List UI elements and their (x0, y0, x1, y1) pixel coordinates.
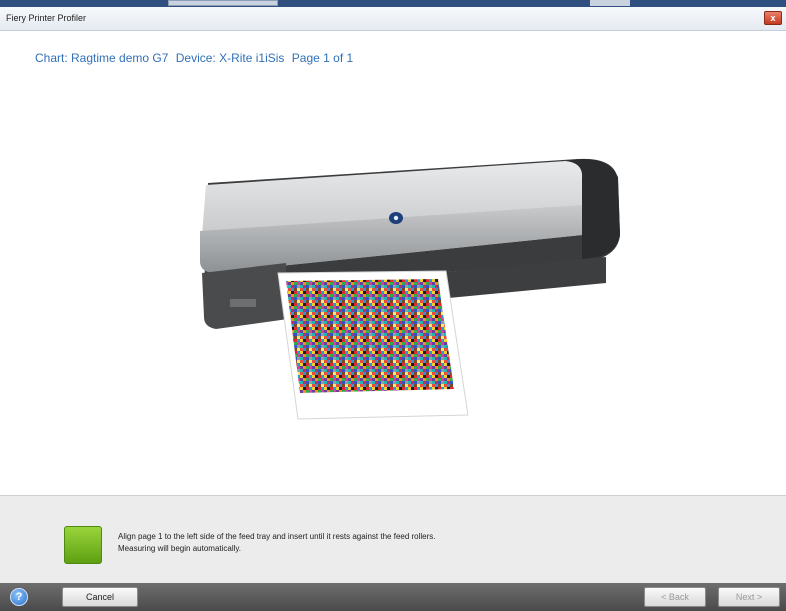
chart-name: Chart: Ragtime demo G7 (35, 51, 169, 65)
instruction-line-2: Measuring will begin automatically. (118, 544, 242, 553)
back-button[interactable]: < Back (644, 587, 706, 607)
close-button[interactable]: x (764, 11, 782, 25)
instruction-panel: Align page 1 to the left side of the fee… (0, 495, 786, 584)
page-indicator: Page 1 of 1 (291, 51, 354, 65)
cancel-button[interactable]: Cancel (62, 587, 138, 607)
help-button[interactable]: ? (10, 588, 28, 606)
background-tab (168, 0, 278, 6)
instruction-text: Align page 1 to the left side of the fee… (118, 531, 436, 555)
background-tab-right (590, 0, 630, 6)
status-indicator (64, 526, 102, 564)
main-content: Chart: Ragtime demo G7 Device: X-Rite i1… (0, 31, 786, 487)
scanner-illustration (200, 158, 620, 420)
profiler-window: Fiery Printer Profiler x Chart: Ragtime … (0, 7, 786, 611)
footer-bar: ? Cancel < Back Next > (0, 583, 786, 611)
close-icon: x (770, 13, 776, 23)
next-button[interactable]: Next > (718, 587, 780, 607)
device-name: Device: X-Rite i1iSis (175, 51, 285, 65)
chart-info-header: Chart: Ragtime demo G7 Device: X-Rite i1… (35, 51, 357, 65)
instruction-line-1: Align page 1 to the left side of the fee… (118, 532, 436, 541)
help-icon: ? (15, 591, 23, 603)
title-bar: Fiery Printer Profiler x (0, 7, 786, 31)
window-title: Fiery Printer Profiler (6, 13, 87, 23)
background-taskbar (0, 0, 786, 7)
color-chart-sheet (277, 270, 469, 420)
